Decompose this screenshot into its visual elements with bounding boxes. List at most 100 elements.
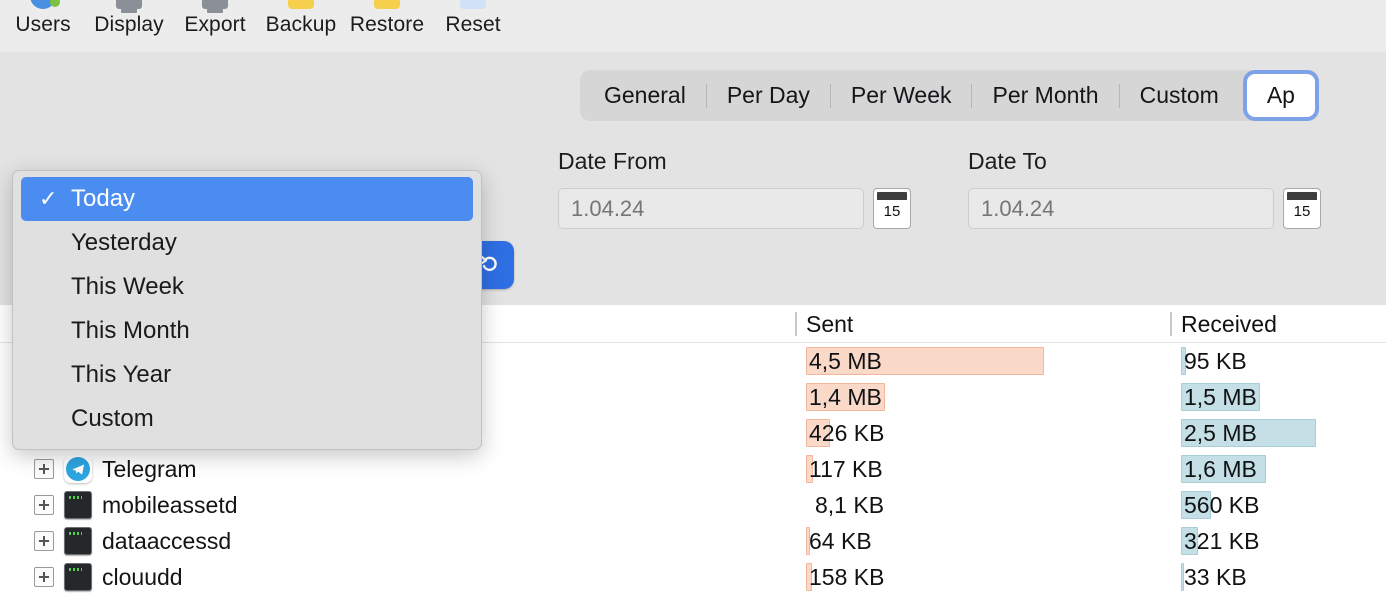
cell-received: 2,5 MB [1170,415,1386,451]
terminal-icon [64,491,92,519]
toolbar: Users Display Export Backup Restore Reset [0,0,1386,52]
expand-row-button[interactable] [34,459,54,479]
terminal-icon [64,527,92,555]
period-tab-bar: General Per Day Per Week Per Month Custom Ap [580,70,1319,121]
tab-general[interactable]: General [584,74,706,117]
reset-icon [460,0,486,9]
expand-row-button[interactable] [34,495,54,515]
check-icon: ✓ [39,186,58,211]
received-value: 95 KB [1184,347,1247,374]
cell-sent: 64 KB [795,523,1170,559]
cell-app-name[interactable]: clouudd [0,563,795,591]
toolbar-item-label: Reset [445,13,501,36]
terminal-icon [64,563,92,591]
cell-received: 33 KB [1170,559,1386,595]
date-to-input[interactable] [968,188,1274,229]
date-from-group: Date From 15 [558,148,911,229]
menu-item-label: Yesterday [71,229,177,256]
received-value: 560 KB [1184,491,1260,518]
sent-value: 64 KB [809,527,872,554]
received-value: 321 KB [1184,527,1260,554]
period-dropdown-menu[interactable]: ✓ Today Yesterday This Week This Month This Y… [12,170,482,450]
date-from-calendar-button[interactable]: 15 [873,188,911,229]
menu-item-yesterday[interactable]: Yesterday [21,221,473,265]
toolbar-item-label: Restore [349,13,425,36]
app-name-label: Telegram [102,455,197,482]
tab-ap[interactable]: Ap [1246,74,1315,117]
segmented-control: General Per Day Per Week Per Month Custom Ap [580,70,1319,121]
cell-sent: 4,5 MB [795,343,1170,379]
app-name-label: clouudd [102,563,183,590]
restore-icon [374,0,400,9]
sent-value: 4,5 MB [809,347,882,374]
table-row[interactable]: clouudd 158 KB 33 KB [0,559,1386,595]
cell-sent: 117 KB [795,451,1170,487]
tab-per-day[interactable]: Per Day [707,74,830,117]
toolbar-items: Users Display Export Backup Restore Reset [0,0,516,40]
sent-value: 117 KB [809,455,883,482]
received-value: 1,6 MB [1184,455,1257,482]
received-value: 33 KB [1184,563,1247,590]
app-name-label: dataaccessd [102,527,232,554]
toolbar-item-label: Export [184,13,246,36]
sent-value: 426 KB [809,419,885,446]
column-header-sent[interactable]: Sent [795,305,1170,343]
expand-row-button[interactable] [34,567,54,587]
table-row[interactable]: mobileassetd 8,1 KB 560 KB [0,487,1386,523]
menu-item-label: This Year [71,361,172,388]
cell-received: 1,6 MB [1170,451,1386,487]
date-to-group: Date To 15 [968,148,1321,229]
app-window: Users Display Export Backup Restore Reset Gen… [0,0,1386,602]
toolbar-item-label: Users [15,13,71,36]
toolbar-item-reset[interactable]: Reset [430,0,516,40]
menu-item-label: This Week [71,273,184,300]
sent-value: 1,4 MB [809,383,882,410]
received-value: 1,5 MB [1184,383,1257,410]
tab-per-month[interactable]: Per Month [972,74,1118,117]
toolbar-item-export[interactable]: Export [172,0,258,40]
export-icon [202,0,228,13]
date-to-label: Date To [968,148,1047,174]
toolbar-item-display[interactable]: Display [86,0,172,40]
users-icon [30,0,60,9]
calendar-icon: 15 [1293,203,1311,220]
tab-per-week[interactable]: Per Week [831,74,972,117]
cell-app-name[interactable]: mobileassetd [0,491,795,519]
cell-received: 95 KB [1170,343,1386,379]
cell-sent: 1,4 MB [795,379,1170,415]
cell-app-name[interactable]: dataaccessd [0,527,795,555]
cell-app-name[interactable]: Telegram [0,455,795,483]
display-icon [116,0,142,13]
cell-sent: 426 KB [795,415,1170,451]
toolbar-item-restore[interactable]: Restore [344,0,430,40]
menu-item-label: Today [71,185,136,212]
date-from-input[interactable] [558,188,864,229]
received-value: 2,5 MB [1184,419,1257,446]
column-header-received[interactable]: Received [1170,305,1386,343]
toolbar-item-label: Backup [265,13,337,36]
menu-item-this-year[interactable]: This Year [21,353,473,397]
tab-custom[interactable]: Custom [1120,74,1239,117]
expand-row-button[interactable] [34,531,54,551]
menu-item-custom[interactable]: Custom [21,397,473,441]
menu-item-this-week[interactable]: This Week [21,265,473,309]
menu-item-today[interactable]: ✓ Today [21,177,473,221]
calendar-icon: 15 [883,203,901,220]
sent-value: 8,1 KB [815,491,885,518]
date-from-label: Date From [558,148,667,174]
menu-item-this-month[interactable]: This Month [21,309,473,353]
menu-item-label: Custom [71,405,154,432]
table-row[interactable]: Telegram 117 KB 1,6 MB [0,451,1386,487]
toolbar-item-users[interactable]: Users [0,0,86,40]
sent-value: 158 KB [809,563,885,590]
table-row[interactable]: dataaccessd 64 KB 321 KB [0,523,1386,559]
cell-received: 1,5 MB [1170,379,1386,415]
date-to-calendar-button[interactable]: 15 [1283,188,1321,229]
toolbar-item-backup[interactable]: Backup [258,0,344,40]
cell-received: 321 KB [1170,523,1386,559]
app-name-label: mobileassetd [102,491,238,518]
cell-sent: 8,1 KB [795,487,1170,523]
cell-received: 560 KB [1170,487,1386,523]
menu-item-label: This Month [71,317,190,344]
toolbar-item-label: Display [94,13,164,36]
